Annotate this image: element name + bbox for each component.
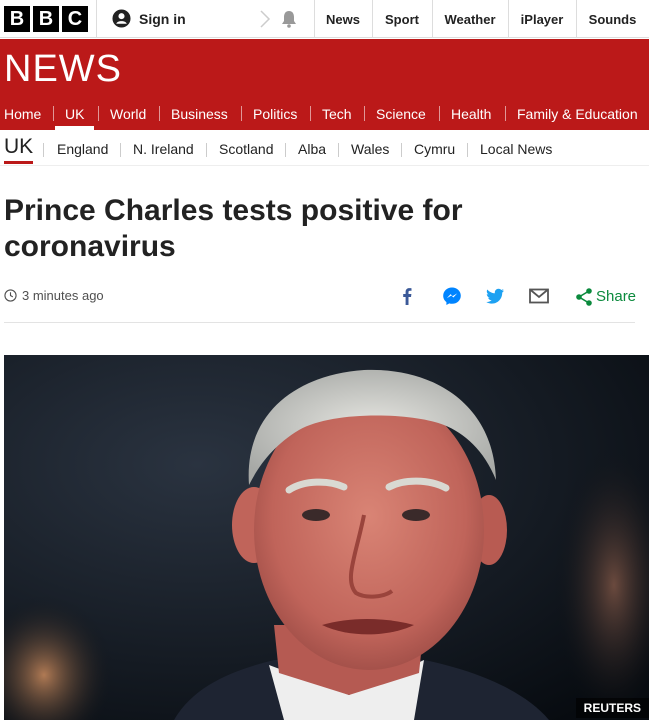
topnav-sounds[interactable]: Sounds xyxy=(576,0,649,38)
subnav-item-local-news[interactable]: Local News xyxy=(480,141,552,157)
bell-icon[interactable] xyxy=(279,9,299,29)
bbc-logo-letter: B xyxy=(4,6,30,32)
nav-divider xyxy=(364,106,365,121)
divider xyxy=(96,0,97,38)
subnav-divider xyxy=(206,143,207,157)
nav-divider xyxy=(310,106,311,121)
subnav-item-n-ireland[interactable]: N. Ireland xyxy=(133,141,194,157)
photo-credit: REUTERS xyxy=(575,698,649,718)
subnav-divider xyxy=(467,143,468,157)
subnav-divider xyxy=(43,143,44,157)
article-photo: REUTERS xyxy=(4,355,649,720)
facebook-icon[interactable] xyxy=(396,285,418,307)
subnav-item-scotland[interactable]: Scotland xyxy=(219,141,273,157)
timestamp-text: 3 minutes ago xyxy=(22,288,104,303)
subnav-divider xyxy=(338,143,339,157)
nav-item-business[interactable]: Business xyxy=(171,96,228,130)
nav-item-home[interactable]: Home xyxy=(4,96,41,130)
bbc-logo[interactable]: B B C xyxy=(4,6,88,32)
user-icon xyxy=(112,9,131,28)
article-timestamp: 3 minutes ago xyxy=(4,288,104,303)
sign-in-button[interactable]: Sign in xyxy=(112,9,186,28)
subnav-divider xyxy=(401,143,402,157)
nav-divider xyxy=(53,106,54,121)
top-bar: B B C Sign in News Sport Weather iPlayer… xyxy=(0,0,649,38)
topnav-sport[interactable]: Sport xyxy=(372,0,432,38)
nav-divider xyxy=(98,106,99,121)
nav-divider xyxy=(241,106,242,121)
messenger-icon[interactable] xyxy=(441,285,463,307)
article-headline: Prince Charles tests positive for corona… xyxy=(4,194,463,263)
bbc-logo-letter: B xyxy=(33,6,59,32)
subnav-item-alba[interactable]: Alba xyxy=(298,141,326,157)
nav-item-tech[interactable]: Tech xyxy=(322,96,352,130)
nav-divider xyxy=(439,106,440,121)
twitter-icon[interactable] xyxy=(484,285,506,307)
topnav-news[interactable]: News xyxy=(314,0,372,38)
nav-item-uk[interactable]: UK xyxy=(55,96,95,130)
meta-divider xyxy=(4,322,635,323)
bbc-logo-letter: C xyxy=(62,6,88,32)
subnav-current-uk[interactable]: UK xyxy=(4,135,34,164)
subnav-item-england[interactable]: England xyxy=(57,141,108,157)
share-button-label[interactable]: Share xyxy=(596,288,636,305)
sub-nav: UK England N. Ireland Scotland Alba Wale… xyxy=(0,131,649,166)
share-icon[interactable] xyxy=(573,286,595,308)
subnav-divider xyxy=(285,143,286,157)
nav-item-politics[interactable]: Politics xyxy=(253,96,297,130)
news-section-title[interactable]: NEWS xyxy=(4,48,122,91)
clock-icon xyxy=(4,289,17,302)
sign-in-label: Sign in xyxy=(139,10,186,27)
nav-divider xyxy=(159,106,160,121)
nav-item-science[interactable]: Science xyxy=(376,96,426,130)
nav-item-health[interactable]: Health xyxy=(451,96,491,130)
subnav-divider xyxy=(120,143,121,157)
main-nav: Home UK World Business Politics Tech Sci… xyxy=(0,96,649,130)
nav-item-world[interactable]: World xyxy=(110,96,146,130)
email-icon[interactable] xyxy=(528,285,550,307)
subnav-item-cymru[interactable]: Cymru xyxy=(414,141,455,157)
topnav-weather[interactable]: Weather xyxy=(432,0,508,38)
nav-divider xyxy=(505,106,506,121)
chevron-right-icon xyxy=(260,10,271,28)
nav-item-family-education[interactable]: Family & Education xyxy=(517,96,638,130)
portrait-illustration xyxy=(4,355,649,720)
topnav-iplayer[interactable]: iPlayer xyxy=(508,0,576,38)
subnav-item-wales[interactable]: Wales xyxy=(351,141,389,157)
